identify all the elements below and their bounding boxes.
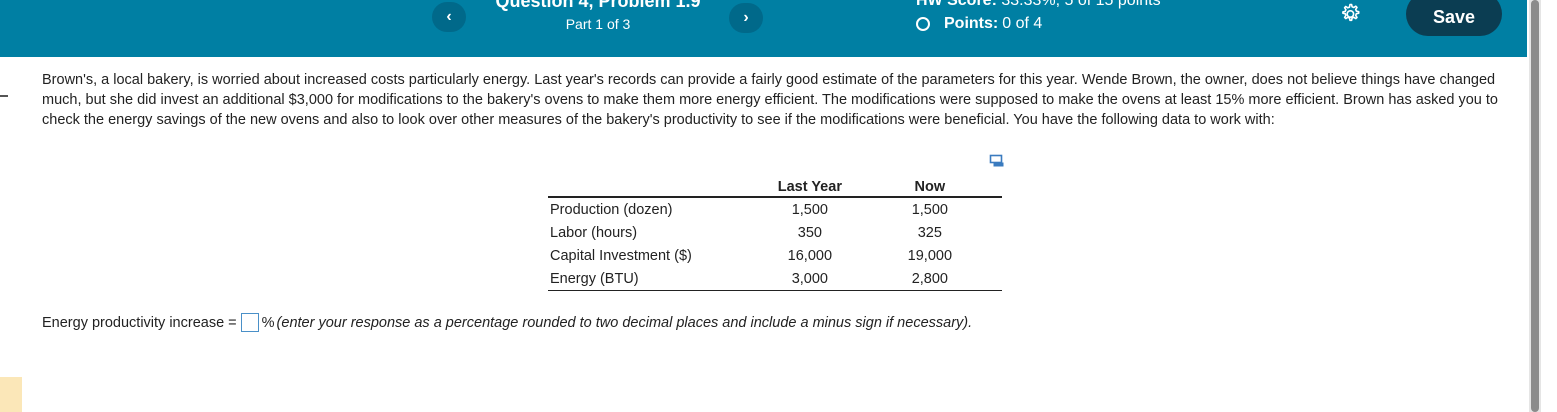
- table-cell: 3,000: [762, 267, 858, 291]
- points-value: 0 of 4: [1002, 15, 1043, 32]
- table-cell: 1,500: [911, 201, 948, 218]
- table-header-row: Last Year Now: [548, 173, 1002, 198]
- table-header-cell: Last Year: [762, 173, 858, 198]
- question-part: Part 1 of 3: [565, 16, 631, 32]
- table-cell: 1,500: [791, 201, 828, 218]
- answer-label: Energy productivity increase =: [42, 314, 237, 331]
- hw-score: HW Score: 33.33%, 5 of 15 points: [916, 0, 1161, 10]
- left-edge-marker: [0, 95, 8, 97]
- hw-score-label: HW Score:: [916, 0, 997, 9]
- answer-line: Energy productivity increase = % (enter …: [42, 313, 972, 332]
- table-row: Capital Investment ($) 16,000 19,000: [548, 244, 1002, 267]
- answer-unit: %: [261, 314, 275, 331]
- table-cell: 325: [917, 224, 942, 241]
- points: Points: 0 of 4: [916, 15, 1042, 33]
- hw-score-value: 33.33%, 5 of 15 points: [1001, 0, 1161, 9]
- table-row: Labor (hours) 350 325: [548, 221, 1002, 244]
- copy-data-icon[interactable]: [989, 154, 1005, 168]
- scrollbar-thumb[interactable]: [1531, 0, 1539, 412]
- next-question-button[interactable]: ›: [729, 3, 763, 33]
- table-row: Energy (BTU) 3,000 2,800: [548, 267, 1002, 291]
- question-title: Question 4, Problem 1.9: [495, 0, 701, 11]
- table-cell: 19,000: [907, 247, 953, 264]
- save-button[interactable]: Save: [1406, 0, 1502, 36]
- table-cell: 16,000: [787, 247, 833, 264]
- table-cell: Energy (BTU): [548, 267, 763, 291]
- top-bar: ‹ Question 4, Problem 1.9 Part 1 of 3 › …: [0, 0, 1527, 57]
- table-cell: Production (dozen): [550, 201, 673, 218]
- table-header-cell: Now: [857, 173, 1002, 198]
- table-cell: 350: [797, 224, 822, 241]
- table-row: Production (dozen) 1,500 1,500: [548, 197, 1002, 221]
- progress-circle-icon: [916, 17, 930, 31]
- previous-question-button[interactable]: ‹: [432, 2, 466, 32]
- table-cell: 2,800: [857, 267, 1002, 291]
- answer-hint: (enter your response as a percentage rou…: [276, 314, 973, 331]
- table-header-cell: [548, 173, 763, 198]
- gear-icon[interactable]: [1338, 2, 1362, 26]
- data-table: Last Year Now Production (dozen) 1,500 1…: [548, 173, 1002, 291]
- table-cell: Labor (hours): [550, 224, 638, 241]
- problem-statement: Brown's, a local bakery, is worried abou…: [42, 72, 1498, 128]
- left-edge-highlight: [0, 377, 22, 412]
- table-cell: Capital Investment ($): [550, 247, 692, 264]
- points-label: Points:: [944, 15, 999, 32]
- answer-input[interactable]: [240, 313, 259, 332]
